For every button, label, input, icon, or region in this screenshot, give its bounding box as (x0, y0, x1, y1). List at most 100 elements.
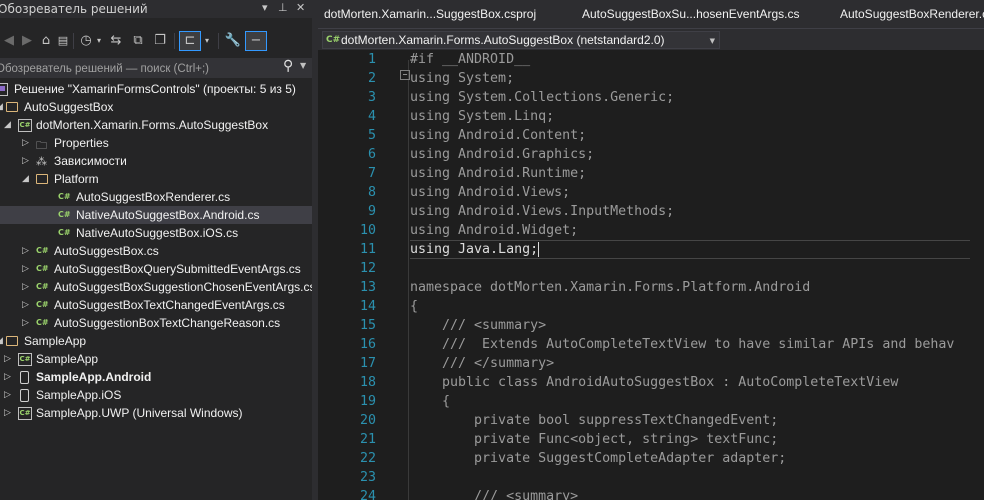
code-line[interactable]: using Java.Lang; (410, 240, 970, 259)
tree-item-label: AutoSuggestBox.cs (54, 244, 159, 258)
collapsed-arrow-icon[interactable]: ▷ (4, 350, 11, 368)
line-number: 19 (359, 394, 376, 409)
csharp-file-icon: C# (36, 264, 49, 273)
code-line[interactable]: namespace dotMorten.Xamarin.Forms.Platfo… (410, 278, 810, 297)
tree-item[interactable]: ▷ C# SampleApp (0, 350, 312, 368)
pin-icon[interactable]: ⊥ (278, 1, 288, 14)
back-icon[interactable]: ◀ (2, 32, 16, 50)
tree-item[interactable]: ▷ C# AutoSuggestionBoxTextChangeReason.cs (0, 314, 312, 332)
toggle-preview-icon[interactable]: − (245, 31, 267, 51)
filter-dropdown-icon[interactable]: ▾ (94, 32, 104, 50)
switch-views-icon[interactable]: ▤ (56, 32, 70, 50)
code-line[interactable]: using Android.Content; (410, 126, 586, 145)
csharp-file-icon: C# (36, 246, 49, 255)
preview-dropdown-icon[interactable]: ▾ (202, 32, 212, 50)
code-editor[interactable]: − 1 #if __ANDROID__ 2 using System; 3 using S… (318, 50, 984, 500)
sync-icon[interactable]: ⇆ (108, 32, 124, 50)
expanded-arrow-icon[interactable]: ◢ (0, 98, 3, 116)
tree-item-label: AutoSuggestBoxRenderer.cs (76, 190, 231, 204)
show-all-files-icon[interactable]: ❐ (152, 32, 168, 50)
tab-autosuggestbox-renderer[interactable]: AutoSuggestBoxRenderer.cs (840, 7, 984, 21)
tree-item-label: AutoSuggestionBoxTextChangeReason.cs (54, 316, 281, 330)
expanded-arrow-icon[interactable]: ◢ (0, 332, 3, 350)
code-line[interactable]: using Android.Views; (410, 183, 570, 202)
code-line[interactable]: /// Extends AutoCompleteTextView to have… (410, 335, 954, 354)
code-line[interactable]: /// <summary> (410, 316, 546, 335)
tree-item[interactable]: ▷ C# AutoSuggestBoxSuggestionChosenEventAr… (0, 278, 312, 296)
expanded-arrow-icon[interactable]: ◢ (4, 116, 11, 134)
tree-item[interactable]: ▷ C# AutoSuggestBoxQuerySubmittedEventArgs… (0, 260, 312, 278)
line-number: 24 (359, 489, 376, 500)
line-number: 9 (367, 204, 376, 219)
collapsed-arrow-icon[interactable]: ▷ (4, 368, 11, 386)
code-line[interactable]: private bool suppressTextChangedEvent; (410, 411, 778, 430)
code-line[interactable]: using System.Linq; (410, 107, 554, 126)
collapsed-arrow-icon[interactable]: ▷ (22, 242, 29, 260)
tree-item[interactable]: ▷ C# AutoSuggestBox.cs (0, 242, 312, 260)
folder-open-icon (6, 102, 18, 112)
code-line[interactable]: { (410, 392, 450, 411)
tree-item[interactable]: ▷ 🗀 Properties (0, 134, 312, 152)
tree-item-label: NativeAutoSuggestBox.Android.cs (76, 208, 260, 222)
tree-item[interactable]: C# NativeAutoSuggestBox.iOS.cs (0, 224, 312, 242)
tree-item[interactable]: ▷ ⁂ Зависимости (0, 152, 312, 170)
code-line[interactable]: using System; (410, 69, 514, 88)
tree-item[interactable]: ◢ SampleApp (0, 332, 312, 350)
expanded-arrow-icon[interactable]: ◢ (22, 170, 29, 188)
tree-item[interactable]: C# NativeAutoSuggestBox.Android.cs (0, 206, 312, 224)
pending-changes-filter-icon[interactable]: ◷ (78, 32, 94, 50)
code-line[interactable]: private SuggestCompleteAdapter adapter; (410, 449, 786, 468)
tab-suggestion-chosen-eventargs[interactable]: AutoSuggestBoxSu...hosenEventArgs.cs (582, 7, 799, 21)
collapsed-arrow-icon[interactable]: ▷ (22, 260, 29, 278)
solution-search-input[interactable] (0, 58, 268, 80)
collapsed-arrow-icon[interactable]: ▷ (22, 152, 29, 170)
search-options-dropdown-icon[interactable]: ▼ (300, 61, 306, 70)
code-line[interactable]: using Android.Graphics; (410, 145, 594, 164)
tree-item[interactable]: ▷ SampleApp.iOS (0, 386, 312, 404)
collapsed-arrow-icon[interactable]: ▷ (4, 404, 11, 422)
properties-wrench-icon[interactable]: 🔧 (224, 32, 242, 50)
code-line[interactable]: using Android.Runtime; (410, 164, 586, 183)
tree-item[interactable]: ◢ AutoSuggestBox (0, 98, 312, 116)
code-line[interactable]: public class AndroidAutoSuggestBox : Aut… (410, 373, 898, 392)
collapsed-arrow-icon[interactable]: ▷ (22, 278, 29, 296)
csharp-project-icon: C# (326, 35, 341, 45)
line-number: 8 (367, 185, 376, 200)
collapse-all-icon[interactable]: ⧉ (130, 32, 146, 50)
tree-item[interactable]: ▷ SampleApp.Android (0, 368, 312, 386)
tree-item[interactable]: Решение "XamarinFormsControls" (проекты:… (0, 80, 312, 98)
close-icon[interactable]: ✕ (296, 1, 305, 14)
properties-icon: 🗀 (36, 139, 47, 152)
csharp-file-icon: C# (36, 282, 49, 291)
code-line[interactable]: /// <summary> (410, 487, 578, 500)
csharp-file-icon: C# (36, 318, 49, 327)
tree-item[interactable]: C# AutoSuggestBoxRenderer.cs (0, 188, 312, 206)
solution-explorer-panel: Обозреватель решений ▾ ⊥ ✕ ◀ ▶ ⌂ ▤ ◷ ▾ ⇆… (0, 0, 312, 500)
line-number: 23 (359, 470, 376, 485)
code-line[interactable]: using Android.Views.InputMethods; (410, 202, 674, 221)
collapsed-arrow-icon[interactable]: ▷ (4, 386, 11, 404)
tree-item[interactable]: ▷ C# SampleApp.UWP (Universal Windows) (0, 404, 312, 422)
tab-csproj[interactable]: dotMorten.Xamarin...SuggestBox.csproj (324, 7, 536, 21)
code-line[interactable]: #if __ANDROID__ (410, 50, 530, 69)
search-icon[interactable]: ⚲ (283, 58, 293, 74)
tree-item[interactable]: ◢ C# dotMorten.Xamarin.Forms.AutoSuggestBo… (0, 116, 312, 134)
code-line[interactable]: using System.Collections.Generic; (410, 88, 674, 107)
code-line[interactable]: private Func<object, string> textFunc; (410, 430, 778, 449)
home-icon[interactable]: ⌂ (38, 32, 54, 50)
tree-item[interactable]: ▷ C# AutoSuggestBoxTextChangedEventArgs.cs (0, 296, 312, 314)
code-line[interactable]: /// </summary> (410, 354, 554, 373)
code-line[interactable]: { (410, 297, 418, 316)
tree-item[interactable]: ◢ Platform (0, 170, 312, 188)
collapsed-arrow-icon[interactable]: ▷ (22, 314, 29, 332)
project-context-dropdown[interactable]: C# dotMorten.Xamarin.Forms.AutoSuggestBo… (322, 31, 720, 49)
code-line[interactable]: using Android.Widget; (410, 221, 578, 240)
collapsed-arrow-icon[interactable]: ▷ (22, 134, 29, 152)
window-position-dropdown-icon[interactable]: ▾ (262, 1, 268, 14)
line-number: 16 (359, 337, 376, 352)
csharp-project-icon: C# (18, 407, 32, 420)
forward-icon[interactable]: ▶ (20, 32, 34, 50)
collapsed-arrow-icon[interactable]: ▷ (22, 296, 29, 314)
preview-selected-items-icon[interactable]: ⊏ (179, 31, 201, 51)
collapse-region-icon[interactable]: − (400, 70, 410, 80)
